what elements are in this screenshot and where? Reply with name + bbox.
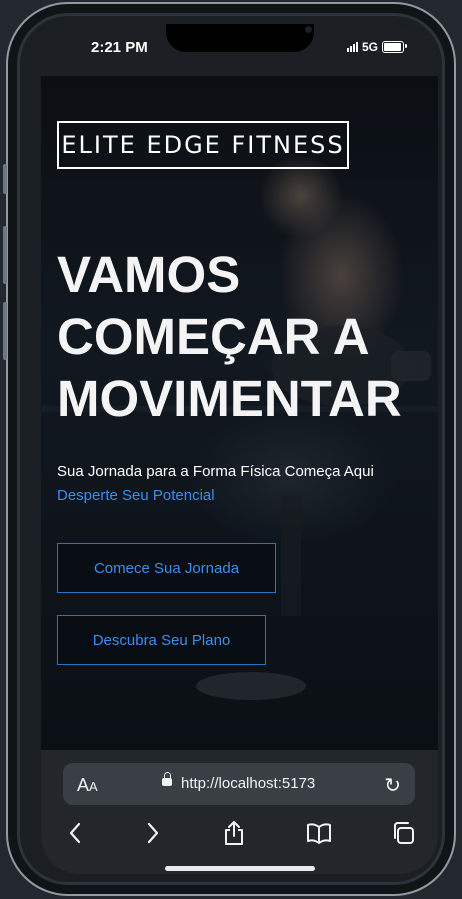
- headline-line-3: MOVIMENTAR: [57, 370, 402, 427]
- silent-switch: [3, 164, 7, 194]
- status-indicators: 5G: [346, 40, 407, 54]
- back-icon[interactable]: [60, 818, 90, 848]
- brand-logo[interactable]: ELITE EDGE FITNESS: [57, 121, 349, 169]
- status-bar: 2:21 PM 5G: [41, 24, 438, 76]
- hero-headline: VAMOS COMEÇAR A MOVIMENTAR: [57, 244, 427, 430]
- network-label: 5G: [361, 40, 378, 54]
- bookmarks-icon[interactable]: [304, 818, 334, 848]
- front-camera: [305, 26, 312, 33]
- reload-icon[interactable]: ↻: [384, 773, 401, 798]
- volume-down-button: [3, 302, 7, 360]
- phone-frame: 2:21 PM 5G ELITE EDGE FITNESS VAMOS COME…: [3, 2, 456, 896]
- status-time: 2:21 PM: [91, 39, 148, 56]
- tabs-icon[interactable]: [388, 818, 418, 848]
- hero-section: ELITE EDGE FITNESS VAMOS COMEÇAR A MOVIM…: [41, 76, 438, 750]
- text-size-button[interactable]: AA: [77, 775, 98, 796]
- headline-line-2: COMEÇAR A: [57, 308, 370, 365]
- browser-bottom-bar: AA http://localhost:5173 ↻: [41, 750, 438, 874]
- home-indicator[interactable]: [165, 866, 315, 871]
- forward-icon[interactable]: [138, 818, 168, 848]
- volume-up-button: [3, 226, 7, 284]
- text-size-small: A: [89, 779, 98, 794]
- hero-tagline: Desperte Seu Potencial: [57, 487, 215, 504]
- start-journey-button[interactable]: Comece Sua Jornada: [57, 543, 276, 593]
- browser-toolbar: [41, 818, 438, 858]
- battery-icon: [382, 41, 407, 53]
- lock-icon: [162, 772, 172, 786]
- address-bar[interactable]: AA http://localhost:5173 ↻: [63, 763, 415, 805]
- hero-subtitle: Sua Jornada para a Forma Física Começa A…: [57, 463, 374, 480]
- screen: 2:21 PM 5G ELITE EDGE FITNESS VAMOS COME…: [41, 24, 438, 874]
- signal-icon: [346, 42, 358, 52]
- share-icon[interactable]: [219, 818, 249, 848]
- url-text[interactable]: http://localhost:5173: [181, 775, 315, 792]
- text-size-large: A: [77, 775, 90, 795]
- discover-plan-button[interactable]: Descubra Seu Plano: [57, 615, 266, 665]
- headline-line-1: VAMOS: [57, 246, 241, 303]
- notch: [166, 24, 314, 52]
